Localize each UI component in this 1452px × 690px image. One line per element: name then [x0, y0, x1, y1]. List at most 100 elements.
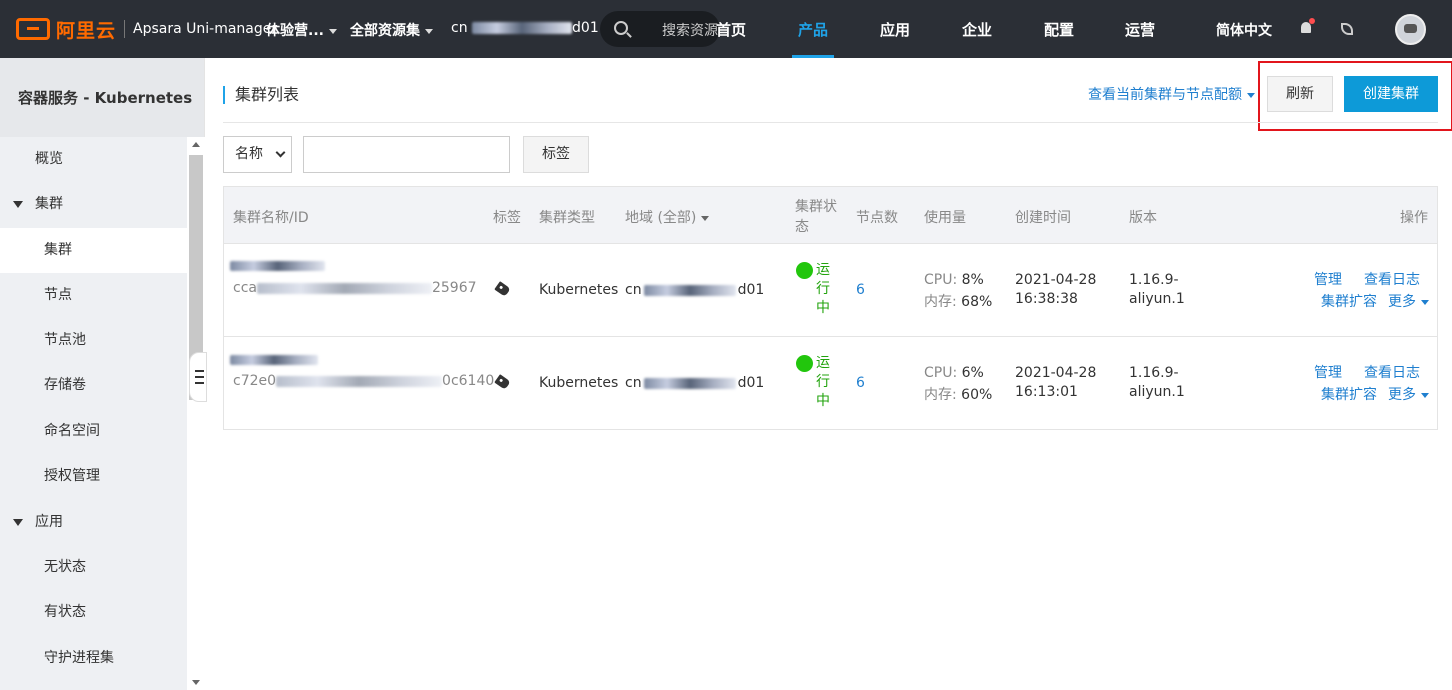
chevron-down-icon [425, 28, 433, 34]
sidebar-item-volumes[interactable]: 存储卷 [0, 363, 187, 408]
notification-bell-icon[interactable] [1299, 18, 1315, 36]
table-row: c72e0 0c6140 Kubernetes cn d01 运行中 6 CPU: … [224, 337, 1437, 430]
top-navigation-bar: 阿里云 Apsara Uni-manager 体验营... 全部资源集 cn d… [0, 0, 1452, 58]
tag-icon[interactable] [494, 374, 511, 390]
view-logs-link[interactable]: 查看日志 [1364, 362, 1420, 382]
scale-cluster-link[interactable]: 集群扩容 [1321, 291, 1377, 311]
sidebar-title: 容器服务 - Kubernetes [0, 58, 204, 137]
organization-dropdown[interactable]: 体验营... [266, 20, 337, 40]
cpu-label: CPU: [924, 272, 958, 288]
aliyun-logo[interactable]: 阿里云 Apsara Uni-manager [16, 16, 277, 42]
version-line-2: aliyun.1 [1129, 291, 1185, 307]
sidebar-menu: 概览 集群 集群 节点 节点池 存储卷 命名空间 授权管理 应用 无状态 有状态… [0, 137, 187, 690]
version-line-1: 1.16.9- [1129, 272, 1179, 288]
sidebar-item-label: 命名空间 [44, 423, 100, 439]
region-prefix: cn [625, 375, 642, 391]
caret-down-icon [13, 519, 23, 526]
aliyun-logo-icon [16, 18, 50, 40]
sidebar-item-label: 节点池 [44, 332, 86, 348]
organization-label: 体验营... [266, 23, 324, 39]
annotation-highlight-box [1258, 61, 1452, 131]
column-header-type: 集群类型 [539, 210, 595, 226]
sidebar-item-label: 守护进程集 [44, 650, 114, 666]
redacted-region [643, 377, 736, 389]
manage-link[interactable]: 管理 [1314, 269, 1342, 289]
sidebar-scrollbar[interactable] [187, 137, 205, 690]
view-logs-link[interactable]: 查看日志 [1364, 269, 1420, 289]
node-count-link[interactable]: 6 [856, 282, 865, 298]
memory-value: 60% [961, 387, 993, 403]
tag-icon[interactable] [494, 281, 511, 297]
sidebar-item-node-pools[interactable]: 节点池 [0, 318, 187, 363]
memory-value: 68% [961, 294, 993, 310]
region-suffix: d01 [737, 282, 765, 298]
sidebar-item-label: 应用 [35, 514, 63, 530]
resource-set-dropdown[interactable]: 全部资源集 [350, 20, 433, 40]
nav-home[interactable]: 首页 [696, 0, 766, 58]
nav-enterprise[interactable]: 企业 [942, 0, 1012, 58]
created-time: 16:13:01 [1015, 384, 1078, 400]
sidebar-item-label: 无状态 [44, 559, 86, 575]
language-switcher[interactable]: 简体中文 [1216, 20, 1272, 40]
region-prefix: cn [451, 20, 468, 36]
nav-configuration[interactable]: 配置 [1024, 0, 1094, 58]
main-content: 集群列表 查看当前集群与节点配额 刷新 创建集群 名称 标签 集群名称/ID 标… [205, 58, 1452, 690]
menu-bar [195, 382, 204, 384]
more-actions-label: 更多 [1388, 387, 1416, 403]
caret-down-icon [1421, 392, 1429, 398]
cluster-id-prefix: cca [233, 280, 257, 296]
created-date: 2021-04-28 [1015, 272, 1097, 288]
scale-cluster-link[interactable]: 集群扩容 [1321, 384, 1377, 404]
table-row: cca 25967 Kubernetes cn d01 运行中 6 CPU: 8% … [224, 244, 1437, 337]
status-running-icon [796, 262, 813, 279]
node-count-link[interactable]: 6 [856, 375, 865, 391]
cluster-table: 集群名称/ID 标签 集群类型 地域 (全部) 集群状态 节点数 使用量 创建时… [223, 186, 1438, 430]
cluster-status: 运行中 [816, 262, 830, 316]
more-actions-dropdown[interactable]: 更多 [1388, 291, 1429, 311]
redacted-cluster-name[interactable] [230, 355, 318, 365]
sidebar-group-applications[interactable]: 应用 [0, 500, 187, 545]
region-selector[interactable]: cn d01 [451, 20, 599, 36]
memory-label: 内存: [924, 294, 957, 310]
memory-label: 内存: [924, 387, 957, 403]
sidebar-item-nodes[interactable]: 节点 [0, 273, 187, 318]
column-header-name-id: 集群名称/ID [233, 210, 309, 226]
sidebar-item-deployments[interactable]: 无状态 [0, 545, 187, 590]
cluster-quota-link[interactable]: 查看当前集群与节点配额 [1088, 84, 1255, 104]
sidebar-group-clusters[interactable]: 集群 [0, 182, 187, 227]
filter-field-select[interactable]: 名称 [223, 136, 292, 173]
redacted-region [472, 22, 573, 34]
sidebar-item-statefulsets[interactable]: 有状态 [0, 590, 187, 635]
more-actions-dropdown[interactable]: 更多 [1388, 384, 1429, 404]
nav-applications[interactable]: 应用 [860, 0, 930, 58]
sidebar-item-label: 存储卷 [44, 377, 86, 393]
column-header-created: 创建时间 [1015, 210, 1071, 226]
redacted-cluster-name[interactable] [230, 261, 325, 271]
tag-filter-button[interactable]: 标签 [523, 136, 589, 173]
manage-link[interactable]: 管理 [1314, 362, 1342, 382]
notification-dot [1309, 18, 1315, 24]
sidebar-item-overview[interactable]: 概览 [0, 137, 187, 182]
brand-name: 阿里云 [56, 19, 117, 42]
table-header: 集群名称/ID 标签 集群类型 地域 (全部) 集群状态 节点数 使用量 创建时… [224, 187, 1437, 244]
cluster-type: Kubernetes [539, 282, 619, 298]
nav-products[interactable]: 产品 [778, 0, 848, 58]
sidebar-item-authorization[interactable]: 授权管理 [0, 454, 187, 499]
user-avatar[interactable] [1395, 14, 1426, 45]
redacted-region [643, 284, 736, 296]
sidebar-item-label: 概览 [35, 151, 63, 167]
sidebar-item-namespaces[interactable]: 命名空间 [0, 409, 187, 454]
cluster-region: cn d01 [625, 375, 764, 391]
scroll-up-arrow-icon[interactable] [192, 142, 200, 147]
filter-search-input[interactable] [303, 136, 510, 173]
version-line-1: 1.16.9- [1129, 365, 1179, 381]
cpu-value: 8% [961, 272, 984, 288]
sidebar-item-daemonsets[interactable]: 守护进程集 [0, 636, 187, 681]
redacted-id [256, 282, 432, 294]
scroll-down-arrow-icon[interactable] [192, 680, 200, 685]
nav-operations[interactable]: 运营 [1105, 0, 1175, 58]
column-header-region[interactable]: 地域 (全部) [625, 207, 710, 227]
sidebar-item-clusters[interactable]: 集群 [0, 228, 187, 273]
version-line-2: aliyun.1 [1129, 384, 1185, 400]
theme-leaf-icon[interactable] [1341, 23, 1353, 35]
